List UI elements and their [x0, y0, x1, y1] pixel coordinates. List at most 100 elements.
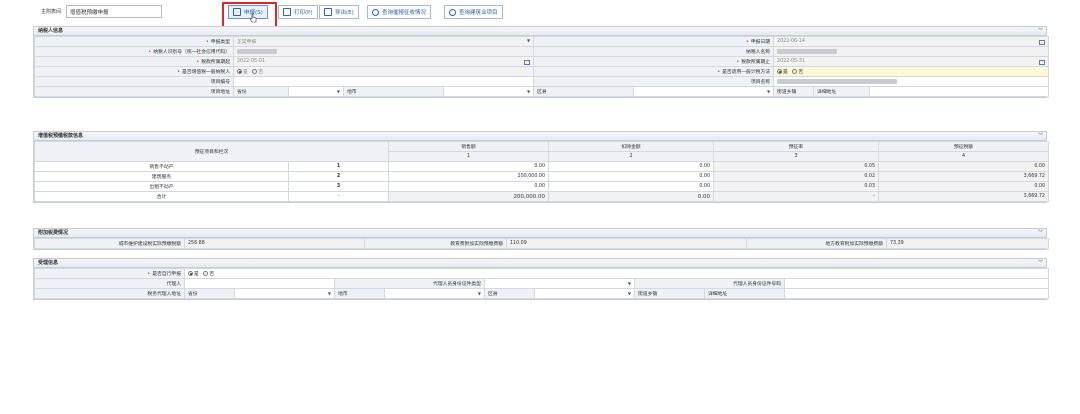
column-number: 1	[388, 151, 549, 162]
taxpayer-name-field	[773, 46, 1050, 57]
radio-yes[interactable]	[237, 69, 242, 74]
county-label: 区县	[484, 288, 535, 299]
chevron-down-icon[interactable]: ﹀	[1038, 259, 1043, 267]
chevron-down-icon[interactable]: ﹀	[1038, 229, 1043, 237]
province-label: 省份	[233, 86, 289, 97]
calendar-icon[interactable]	[1039, 39, 1046, 45]
surcharge-table: 城市维护建设税实际预缴税额 256.88 教育费附加实际预缴费额 110.09 …	[34, 238, 1049, 249]
local-edu-value: 73.39	[886, 238, 1049, 249]
detail-addr-input[interactable]	[869, 86, 1050, 97]
period-end-field[interactable]: 2022-05-31	[773, 56, 1050, 67]
export-button[interactable]: 导出(E)	[319, 5, 359, 19]
deduct-cell[interactable]: 0.00	[548, 171, 714, 182]
detail-addr-label: 详细地址	[704, 288, 785, 299]
column-header: 销售额	[388, 141, 549, 152]
period-start-field[interactable]: 2022-05-01	[232, 56, 535, 67]
calendar-icon[interactable]	[1039, 59, 1046, 65]
chevron-down-icon[interactable]: ﹀	[1038, 27, 1043, 35]
county-select[interactable]: ▼	[633, 86, 775, 97]
table-selector-label: 主附表间	[41, 9, 62, 15]
hand-cursor-icon	[250, 13, 257, 23]
sales-cell[interactable]: 0.00	[388, 181, 549, 192]
province-select[interactable]: ▼	[234, 288, 335, 299]
column-header: 预征率	[713, 141, 879, 152]
city-tax-value: 256.88	[184, 238, 365, 249]
taxpayer-title-text: 纳税人信息	[38, 28, 64, 34]
row-number: -	[288, 191, 389, 202]
row-number: 1	[288, 161, 389, 172]
radio-no-label: 否	[798, 70, 804, 75]
prepay-section-title[interactable]: 增值税预缴税款信息 ﹀	[34, 132, 1046, 141]
tax-cell: 3,669.72	[878, 171, 1049, 182]
tax-cell: 0.00	[878, 161, 1049, 172]
agent-id-type-select[interactable]: ▼	[484, 278, 635, 289]
dropdown-arrow-icon: ▼	[336, 89, 340, 94]
agent-input[interactable]	[184, 278, 335, 289]
print-icon	[283, 8, 291, 16]
sales-cell[interactable]: 200,000.00	[388, 171, 549, 182]
calendar-icon[interactable]	[524, 59, 531, 65]
radio-no[interactable]	[792, 69, 798, 74]
query-levy-button[interactable]: 查询催报征收情况	[367, 5, 432, 19]
city-select[interactable]: ▼	[384, 288, 485, 299]
taxpayer-name-label: 纳税人名称	[533, 46, 775, 57]
deduct-cell[interactable]: 0.00	[548, 161, 714, 172]
chevron-down-icon[interactable]: ﹀	[1038, 132, 1043, 140]
table-selector-input[interactable]: 增值税预缴申报	[66, 5, 162, 18]
detail-addr-input[interactable]	[783, 288, 1050, 299]
surcharge-panel: 附加税费情况 ﹀ 城市维护建设税实际预缴税额 256.88 教育费附加实际预缴费…	[33, 228, 1049, 250]
general-taxpayer-radio-group: 是 否	[232, 66, 535, 77]
dropdown-arrow-icon: ▼	[627, 291, 631, 296]
province-select[interactable]: ▼	[288, 86, 344, 97]
radio-no[interactable]	[203, 271, 209, 276]
sales-cell[interactable]: 0.00	[388, 161, 549, 172]
agent-panel: 受理信息 ﹀ • 是否自行申报 是 否 代理人 代理人员身份证件类型 ▼ 代理人员…	[33, 258, 1050, 300]
radio-no-label: 否	[258, 70, 264, 75]
county-label: 区县	[533, 86, 635, 97]
redacted-value	[777, 78, 898, 84]
query-project-button[interactable]: 查询建筑业项目	[444, 5, 503, 19]
deduct-cell[interactable]: 0.00	[548, 181, 714, 192]
dropdown-arrow-icon: ▼	[526, 89, 531, 94]
project-no-input[interactable]	[232, 76, 535, 87]
self-declare-label: • 是否自行申报	[34, 268, 185, 279]
column-number: 2	[548, 151, 714, 162]
simple-method-radio-group: 是 否	[773, 66, 1050, 77]
dropdown-arrow-icon: ▼	[477, 291, 481, 296]
radio-yes-label: 是	[194, 272, 199, 277]
surcharge-section-title[interactable]: 附加税费情况 ﹀	[34, 229, 1046, 238]
city-tax-label: 城市维护建设税实际预缴税额	[34, 238, 185, 249]
search-icon	[449, 8, 456, 16]
street-label: 街道乡镇	[773, 86, 815, 97]
agent-id-no-input[interactable]	[783, 278, 1050, 289]
print-button[interactable]: 打印(P)	[278, 5, 318, 19]
row-number: 3	[288, 181, 389, 192]
dropdown-arrow-icon: ▼	[766, 89, 771, 94]
column-header: 扣除金额	[548, 141, 714, 152]
agent-section-title[interactable]: 受理信息 ﹀	[34, 259, 1046, 268]
radio-yes[interactable]	[188, 271, 193, 276]
tax-cell: 3,669.72	[878, 191, 1049, 202]
period-start-label: • 税款所属期起	[34, 56, 234, 67]
prepay-table: 预征项目和栏次 销售额 扣除金额 预征率 预征税额 1 2 3 4 销售不动产 …	[34, 141, 1049, 202]
taxpayer-panel: 纳税人信息 ﹀ • 申报类型 正常申报 ▼ • 申报日期 2022-06-14 • 纳税…	[33, 26, 1050, 98]
project-name-label: 项目名称	[533, 76, 775, 87]
radio-yes[interactable]	[777, 69, 783, 74]
city-select[interactable]: ▼	[442, 86, 535, 97]
taxpayer-section-title[interactable]: 纳税人信息 ﹀	[34, 27, 1046, 36]
radio-no[interactable]	[252, 69, 258, 74]
taxpayer-id-label: • 纳税人识别号（统一社会信用代码）	[34, 46, 234, 57]
dropdown-arrow-icon: ▼	[627, 281, 631, 286]
general-taxpayer-label: • 是否增值税一般纳税人	[34, 66, 234, 77]
report-type-select[interactable]: 正常申报 ▼	[232, 36, 535, 47]
radio-no-label: 否	[209, 272, 215, 277]
agent-id-no-label: 代理人员身份证件号码	[634, 278, 785, 289]
report-date-field[interactable]: 2022-06-14	[773, 36, 1050, 47]
agent-title-text: 受理信息	[38, 260, 59, 266]
local-edu-label: 地方教育附加实际预缴费额	[746, 238, 887, 249]
export-button-label: 导出(E)	[335, 10, 354, 16]
project-name-input[interactable]	[773, 76, 1050, 87]
county-select[interactable]: ▼	[534, 288, 635, 299]
search-icon	[372, 8, 379, 16]
redacted-value	[777, 48, 838, 54]
